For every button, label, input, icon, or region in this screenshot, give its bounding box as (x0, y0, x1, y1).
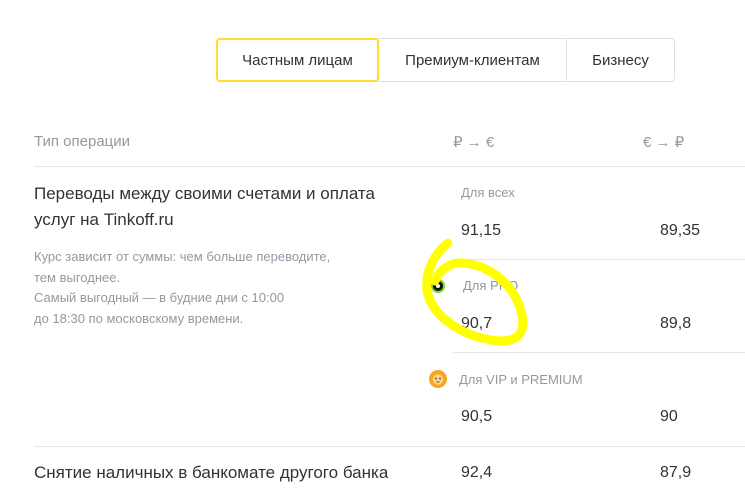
header-divider (34, 166, 745, 167)
rate-vip-eur-rub: 90 (660, 408, 678, 425)
rate-vip-rub-eur: 90,5 (461, 408, 493, 425)
row-atm-title: Снятие наличных в банкомате другого банк… (34, 463, 389, 482)
rate-atm-eur-rub: 87,9 (660, 464, 692, 481)
note-line-2: тем выгоднее. (34, 269, 121, 285)
header-operation-type: Тип операции (34, 133, 131, 150)
note-line-3: Самый выгодный — в будние дни с 10:00 (34, 290, 285, 305)
row-transfers-title-line-2: услуг на Tinkoff.ru (34, 210, 174, 229)
row-transfers-title: Переводы между своими счетами и оплата у… (34, 181, 375, 233)
rate-all-eur-rub: 89,35 (660, 222, 701, 239)
rate-all-rub-eur: 91,15 (461, 222, 502, 239)
rate-pro-eur-rub: 89,8 (660, 315, 692, 332)
row-divider (34, 446, 745, 447)
pro-badge-icon (431, 279, 445, 293)
tier-label-vip-premium: Для VIP и PREMIUM (459, 372, 583, 387)
tier-divider-1 (453, 259, 745, 260)
lion-badge-icon (429, 370, 447, 388)
note-line-4: до 18:30 по московскому времени. (34, 310, 244, 326)
rate-atm-rub-eur: 92,4 (461, 464, 493, 481)
header-eur-to-rub: € → ₽ (643, 134, 685, 151)
row-transfers-note: Курс зависит от суммы: чем больше перево… (34, 247, 354, 329)
tier-label-pro: Для PRO (463, 278, 519, 293)
tab-premium-clients[interactable]: Премиум-клиентам (378, 38, 567, 82)
rate-pro-rub-eur: 90,7 (461, 315, 493, 332)
client-type-tabs: Частным лицам Премиум-клиентам Бизнесу (216, 38, 675, 82)
tab-private-clients[interactable]: Частным лицам (216, 38, 379, 82)
tier-divider-2 (453, 352, 745, 353)
header-rub-to-eur: ₽ → € (453, 134, 495, 151)
note-line-1: Курс зависит от суммы: чем больше перево… (34, 249, 331, 264)
tab-business[interactable]: Бизнесу (566, 38, 675, 82)
tier-label-all: Для всех (461, 185, 515, 200)
row-transfers-title-line-1: Переводы между своими счетами и оплата (34, 184, 375, 203)
